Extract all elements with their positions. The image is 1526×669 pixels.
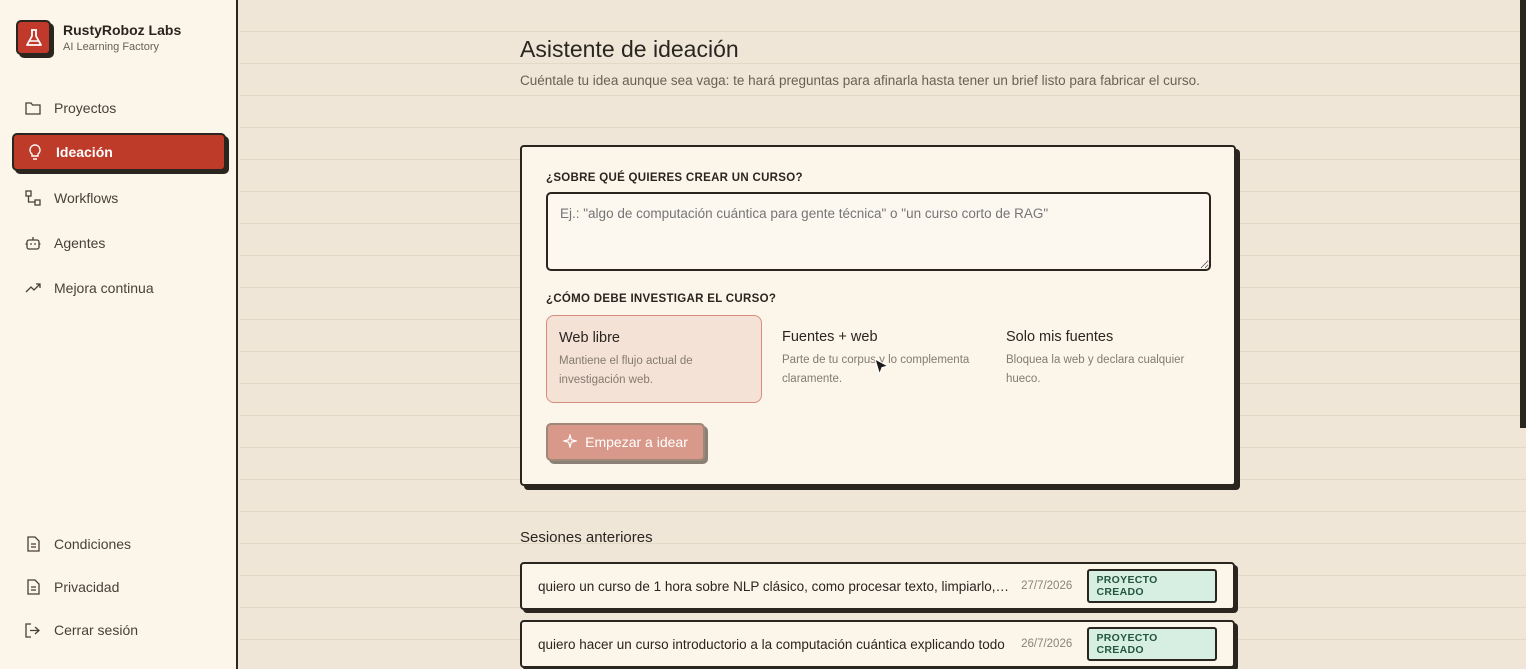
sidebar-item-label: Workflows	[54, 190, 119, 206]
option-title: Solo mis fuentes	[1006, 329, 1114, 345]
sidebar-item-label: Condiciones	[54, 536, 132, 552]
sidebar: RustyRoboz Labs AI Learning Factory Proy…	[0, 0, 238, 669]
brand[interactable]: RustyRoboz Labs AI Learning Factory	[16, 20, 181, 55]
session-text: quiero un curso de 1 hora sobre NLP clás…	[538, 578, 1011, 594]
lightbulb-icon	[26, 143, 44, 161]
sidebar-item-label: Agentes	[54, 235, 106, 251]
research-option-web-libre[interactable]: Web libre Mantiene el flujo actual de in…	[546, 315, 762, 403]
sidebar-item-label: Cerrar sesión	[54, 622, 139, 638]
document-icon	[24, 578, 42, 596]
session-row[interactable]: quiero un curso de 1 hora sobre NLP clás…	[520, 562, 1235, 610]
session-row[interactable]: quiero hacer un curso introductorio a la…	[520, 620, 1235, 668]
document-icon	[24, 535, 42, 553]
session-date: 26/7/2026	[1021, 638, 1073, 650]
topic-label: ¿SOBRE QUÉ QUIERES CREAR UN CURSO?	[546, 172, 803, 184]
ideation-form-card: ¿SOBRE QUÉ QUIERES CREAR UN CURSO? ¿CÓMO…	[520, 145, 1236, 486]
scrollbar[interactable]	[1520, 0, 1526, 428]
sidebar-item-agentes[interactable]: Agentes	[12, 224, 226, 262]
page-subtitle: Cuéntale tu idea aunque sea vaga: te har…	[520, 73, 1200, 88]
folder-icon	[24, 99, 42, 117]
brand-name: RustyRoboz Labs	[63, 22, 182, 38]
topic-input[interactable]	[546, 192, 1211, 271]
sparkle-icon	[561, 432, 579, 451]
start-ideation-button[interactable]: Empezar a idear	[546, 423, 705, 461]
sidebar-item-privacidad[interactable]: Privacidad	[12, 568, 226, 606]
brand-subtitle: AI Learning Factory	[63, 41, 159, 53]
sidebar-item-label: Ideación	[56, 144, 113, 160]
sidebar-item-condiciones[interactable]: Condiciones	[12, 525, 226, 563]
sessions-title: Sesiones anteriores	[520, 529, 653, 546]
sidebar-item-cerrar-sesion[interactable]: Cerrar sesión	[12, 611, 226, 649]
page-title: Asistente de ideación	[520, 36, 739, 62]
workflow-icon	[24, 189, 42, 207]
sidebar-item-label: Proyectos	[54, 100, 117, 116]
research-label: ¿CÓMO DEBE INVESTIGAR EL CURSO?	[546, 293, 777, 305]
sidebar-item-proyectos[interactable]: Proyectos	[12, 89, 226, 127]
sidebar-item-workflows[interactable]: Workflows	[12, 179, 226, 217]
option-desc: Bloquea la web y declara cualquier hueco…	[1006, 354, 1185, 385]
trending-up-icon	[24, 279, 42, 297]
sidebar-item-ideacion[interactable]: Ideación	[12, 133, 226, 171]
status-badge: PROYECTO CREADO	[1086, 627, 1217, 661]
start-ideation-label: Empezar a idear	[585, 434, 688, 450]
option-title: Web libre	[559, 330, 620, 346]
sidebar-item-mejora-continua[interactable]: Mejora continua	[12, 269, 226, 307]
flask-icon	[16, 20, 51, 55]
sidebar-item-label: Privacidad	[54, 579, 120, 595]
status-badge: PROYECTO CREADO	[1086, 569, 1217, 603]
sidebar-item-label: Mejora continua	[54, 280, 154, 296]
research-option-solo-mis-fuentes[interactable]: Solo mis fuentes Bloquea la web y declar…	[994, 315, 1210, 403]
logout-icon	[24, 621, 42, 639]
session-date: 27/7/2026	[1021, 580, 1073, 592]
option-title: Fuentes + web	[782, 329, 878, 345]
option-desc: Mantiene el flujo actual de investigació…	[559, 355, 693, 386]
session-text: quiero hacer un curso introductorio a la…	[538, 636, 1005, 652]
main-content: Asistente de ideación Cuéntale tu idea a…	[240, 0, 1526, 669]
bot-icon	[24, 234, 42, 252]
mouse-cursor-icon	[873, 357, 891, 382]
